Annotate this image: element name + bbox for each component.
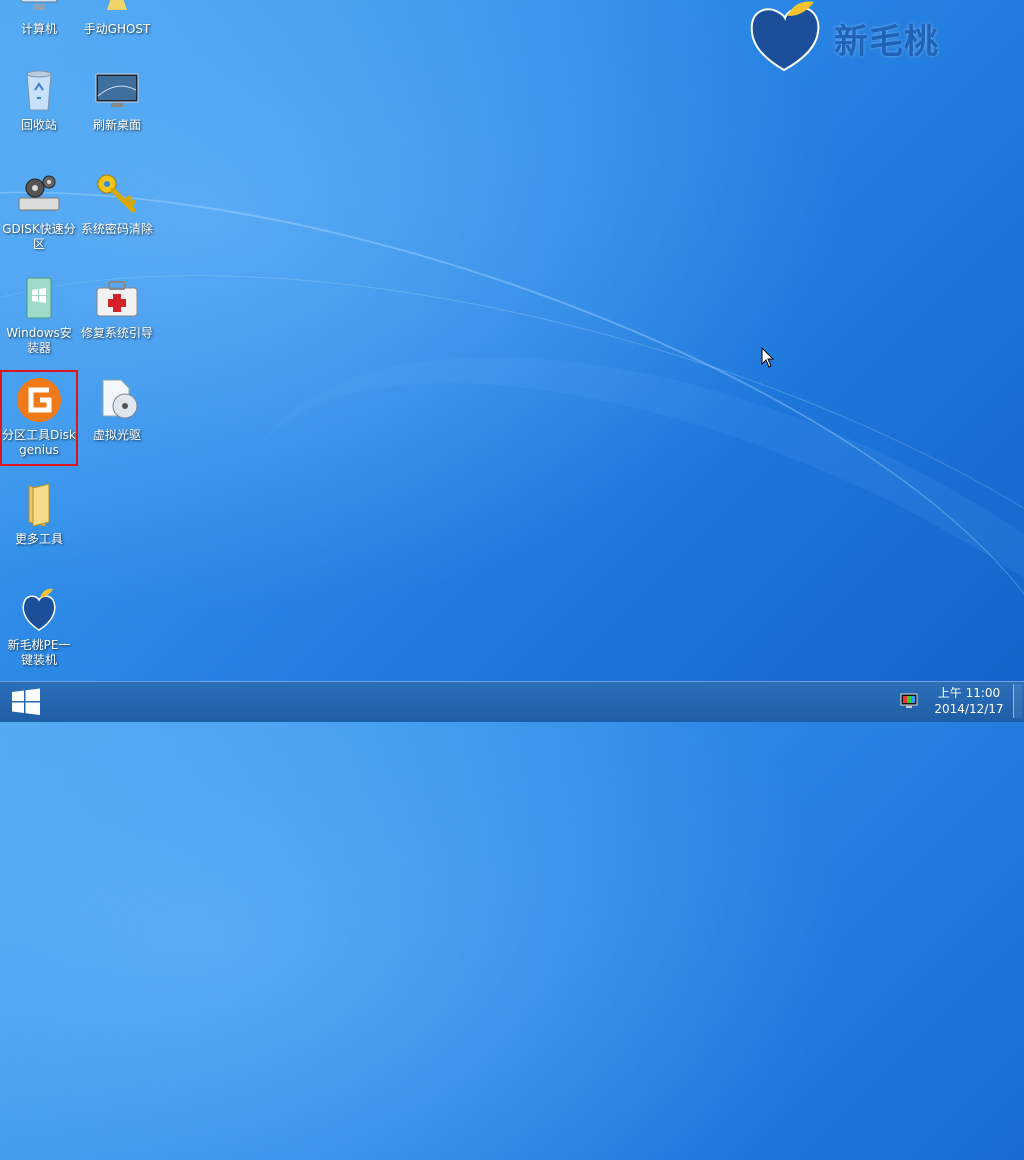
ghost-icon (93, 0, 141, 18)
gdisk-quick-partition-shortcut[interactable]: GDISK快速分区 (2, 170, 76, 252)
brand-name: 新毛桃 (834, 22, 939, 62)
refresh-desktop-shortcut[interactable]: 刷新桌面 (80, 66, 154, 133)
recycle-bin-icon (15, 66, 63, 114)
brand-logo: 新毛桃 (748, 0, 978, 74)
clock-time: 上午 11:00 (937, 686, 1001, 700)
computer-icon (15, 0, 63, 18)
windows-installer-icon (15, 274, 63, 322)
disc-icon (93, 376, 141, 424)
clock-date: 2014/12/17 (934, 702, 1004, 716)
gears-icon (15, 170, 63, 218)
diskgenius-shortcut[interactable]: 分区工具Diskgenius (0, 370, 78, 466)
key-icon (93, 170, 141, 218)
pe-one-click-install-shortcut[interactable]: 新毛桃PE一键装机 (2, 586, 76, 668)
computer-shortcut[interactable]: 计算机 (2, 0, 76, 37)
more-tools-shortcut[interactable]: 更多工具 (2, 480, 76, 547)
virtual-drive-shortcut[interactable]: 虚拟光驱 (80, 376, 154, 443)
folder-icon (15, 480, 63, 528)
system-clock[interactable]: 上午 11:00 2014/12/17 (930, 685, 1008, 717)
first-aid-kit-icon (93, 274, 141, 322)
manual-ghost-shortcut[interactable]: 手动GHOST (80, 0, 154, 37)
peach-logo-icon (750, 1, 820, 72)
windows-installer-shortcut[interactable]: Windows安装器 (2, 274, 76, 356)
mouse-cursor-icon (761, 347, 775, 368)
display-settings-icon[interactable] (900, 693, 918, 709)
repair-boot-shortcut[interactable]: 修复系统引导 (80, 274, 154, 341)
recycle-bin-shortcut[interactable]: 回收站 (2, 66, 76, 133)
monitor-icon (93, 66, 141, 114)
start-button[interactable] (0, 682, 52, 722)
password-clear-shortcut[interactable]: 系统密码清除 (80, 170, 154, 237)
taskbar: 上午 11:00 2014/12/17 (0, 681, 1024, 722)
diskgenius-icon (15, 376, 63, 424)
show-desktop-button[interactable] (1013, 684, 1022, 718)
windows-logo-icon (12, 688, 40, 715)
peach-icon (15, 586, 63, 634)
